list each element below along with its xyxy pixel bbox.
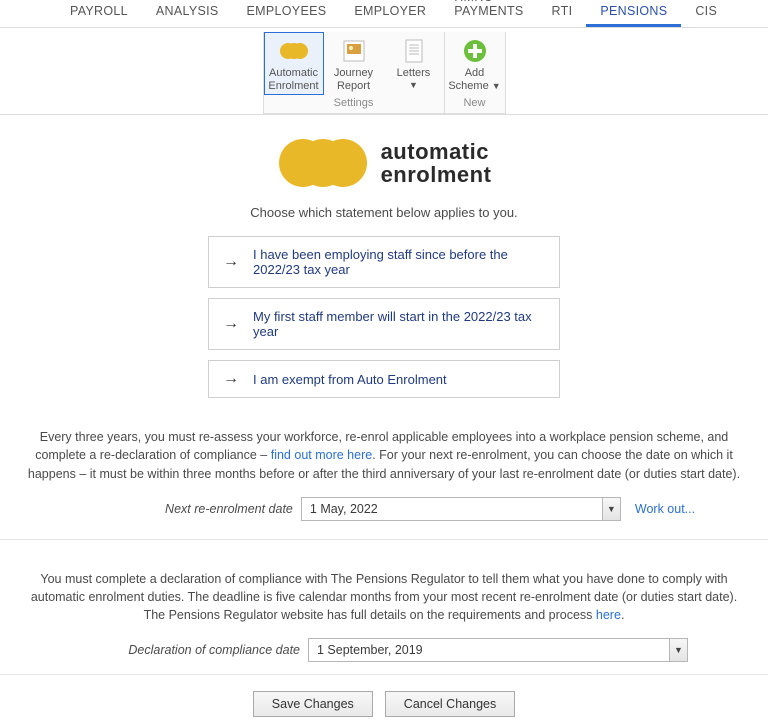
declaration-date-input[interactable] [309,639,669,661]
ribbon-group-label: Settings [264,95,444,113]
ribbon-item-line2: Enrolment [268,80,318,93]
tab-rti[interactable]: RTI [538,4,587,27]
arrow-right-icon: → [223,371,239,387]
reenrolment-text: Every three years, you must re-assess yo… [24,428,744,482]
option-label: I have been employing staff since before… [253,247,545,277]
ribbon-letters[interactable]: Letters ▼ [384,32,444,95]
arrow-right-icon: → [223,316,239,332]
ribbon: Automatic Enrolment Journey Report [0,28,768,114]
ribbon-item-line2: Report [337,80,370,93]
plus-circle-icon [461,37,489,65]
tab-pensions[interactable]: PENSIONS [586,4,681,27]
tab-payroll[interactable]: PAYROLL [56,4,142,27]
cancel-changes-button[interactable]: Cancel Changes [385,691,515,717]
divider [0,539,768,540]
here-link[interactable]: here [596,608,621,622]
option-label: I am exempt from Auto Enrolment [253,372,447,387]
save-changes-button[interactable]: Save Changes [253,691,373,717]
option-label: My first staff member will start in the … [253,309,545,339]
ribbon-automatic-enrolment[interactable]: Automatic Enrolment [264,32,324,95]
find-out-more-link[interactable]: find out more here [271,448,372,462]
option-first-staff-2022-23[interactable]: → My first staff member will start in th… [208,298,560,350]
chevron-down-icon[interactable]: ▼ [669,639,687,661]
subheading: Choose which statement below applies to … [0,205,768,220]
ribbon-item-line2: Scheme ▼ [448,80,500,93]
image-icon [340,37,368,65]
page-logo: automatic enrolment [0,139,768,187]
option-existing-employer[interactable]: → I have been employing staff since befo… [208,236,560,288]
declaration-date-label: Declaration of compliance date [80,643,300,657]
ribbon-add-scheme[interactable]: Add Scheme ▼ [445,32,505,95]
ribbon-group-label: New [445,95,505,113]
statement-options: → I have been employing staff since befo… [208,236,560,398]
tab-analysis[interactable]: ANALYSIS [142,4,233,27]
logo-circles-icon [277,139,367,187]
ribbon-group-settings: Automatic Enrolment Journey Report [264,32,444,113]
next-reenrolment-date-combo[interactable]: ▼ [301,497,621,521]
ribbon-item-line1: Add [465,67,485,80]
declaration-section: You must complete a declaration of compl… [0,570,768,662]
logo-text: automatic enrolment [381,140,492,186]
coins-icon [280,37,308,65]
arrow-right-icon: → [223,254,239,270]
declaration-text: You must complete a declaration of compl… [24,570,744,624]
declaration-date-combo[interactable]: ▼ [308,638,688,662]
reenrolment-section: Every three years, you must re-assess yo… [0,428,768,520]
ribbon-group-new: Add Scheme ▼ New [445,32,505,113]
ribbon-item-line1: Automatic [269,67,318,80]
ribbon-item-line1: Letters [397,67,431,80]
work-out-link[interactable]: Work out... [635,502,695,516]
chevron-down-icon: ▼ [492,81,501,91]
action-buttons: Save Changes Cancel Changes [0,674,768,723]
tab-hmrc-payments[interactable]: HMRC PAYMENTS [440,0,537,27]
option-exempt[interactable]: → I am exempt from Auto Enrolment [208,360,560,398]
tab-cis[interactable]: CIS [681,4,731,27]
tab-employees[interactable]: EMPLOYEES [233,4,341,27]
tab-employer[interactable]: EMPLOYER [340,4,440,27]
chevron-down-icon: ▼ [409,80,418,90]
next-reenrolment-date-input[interactable] [302,498,602,520]
ribbon-item-line1: Journey [334,67,373,80]
ribbon-journey-report[interactable]: Journey Report [324,32,384,95]
next-reenrolment-label: Next re-enrolment date [73,502,293,516]
main-tabs: PAYROLL ANALYSIS EMPLOYEES EMPLOYER HMRC… [0,0,768,28]
document-icon [400,37,428,65]
chevron-down-icon[interactable]: ▼ [602,498,620,520]
